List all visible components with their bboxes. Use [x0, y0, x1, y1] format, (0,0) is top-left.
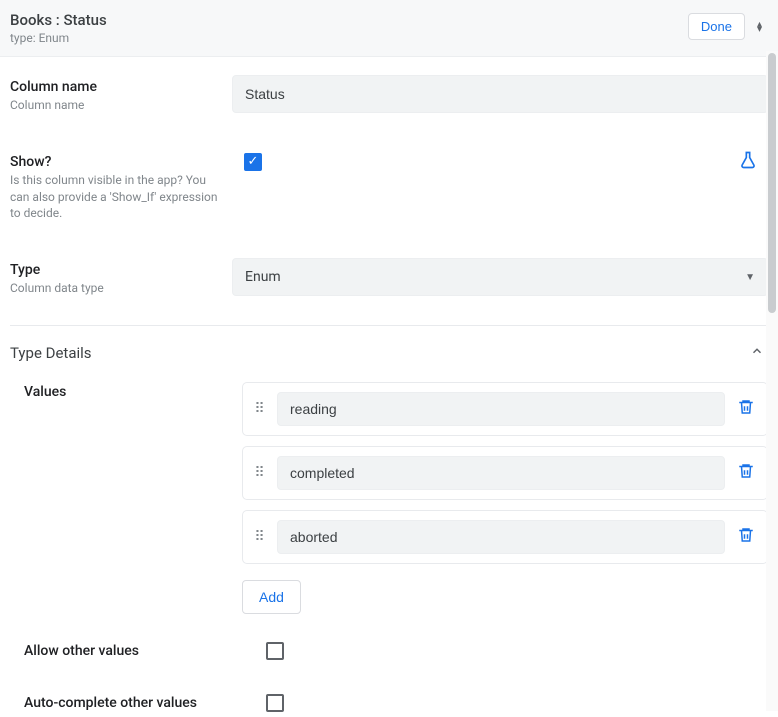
field-type: Type Column data type Enum ▼ — [10, 240, 768, 315]
show-desc: Is this column visible in the app? You c… — [10, 172, 220, 222]
drag-handle-icon[interactable]: ⠿ — [253, 529, 267, 545]
scrollbar-track — [766, 51, 778, 711]
scrollbar-thumb[interactable] — [768, 53, 776, 313]
value-input[interactable] — [277, 456, 725, 490]
column-name-input[interactable] — [232, 75, 768, 113]
page-title: Books : Status — [10, 11, 107, 29]
value-row: ⠿ — [242, 382, 768, 436]
section-title: Type Details — [10, 344, 92, 362]
auto-complete-checkbox[interactable] — [266, 694, 284, 712]
value-input[interactable] — [277, 392, 725, 426]
type-select[interactable]: Enum ▼ — [232, 258, 768, 296]
section-type-details[interactable]: Type Details — [10, 326, 768, 368]
expand-collapse-icon[interactable]: ▴▾ — [757, 22, 762, 32]
field-allow-other: Allow other values — [10, 624, 768, 664]
column-name-label: Column name — [10, 79, 220, 95]
show-label: Show? — [10, 154, 220, 170]
caret-down-icon: ▼ — [745, 272, 755, 283]
header-bar: Books : Status type: Enum Done ▴▾ — [0, 0, 778, 57]
field-auto-complete: Auto-complete other values — [10, 664, 768, 716]
type-select-value: Enum — [245, 269, 281, 285]
type-desc: Column data type — [10, 280, 220, 297]
drag-handle-icon[interactable]: ⠿ — [253, 465, 267, 481]
page-subtitle: type: Enum — [10, 31, 107, 45]
add-value-button[interactable]: Add — [242, 580, 301, 614]
allow-other-checkbox[interactable] — [266, 642, 284, 660]
allow-other-label: Allow other values — [24, 643, 254, 659]
values-label: Values — [24, 384, 242, 400]
drag-handle-icon[interactable]: ⠿ — [253, 401, 267, 417]
delete-value-button[interactable] — [735, 396, 757, 422]
delete-value-button[interactable] — [735, 460, 757, 486]
field-column-name: Column name Column name — [10, 57, 768, 132]
done-button[interactable]: Done — [688, 13, 745, 40]
flask-icon[interactable] — [738, 150, 758, 174]
values-block: Values ⠿ ⠿ ⠿ — [10, 368, 768, 624]
body-scroll: Column name Column name Show? Is this co… — [0, 57, 778, 717]
type-label: Type — [10, 262, 220, 278]
checkmark-icon: ✓ — [248, 155, 259, 168]
delete-value-button[interactable] — [735, 524, 757, 550]
show-checkbox[interactable]: ✓ — [244, 153, 262, 171]
chevron-up-icon — [750, 344, 764, 362]
auto-complete-label: Auto-complete other values — [24, 695, 254, 711]
value-input[interactable] — [277, 520, 725, 554]
value-row: ⠿ — [242, 446, 768, 500]
column-name-desc: Column name — [10, 97, 220, 114]
value-row: ⠿ — [242, 510, 768, 564]
field-show: Show? Is this column visible in the app?… — [10, 132, 768, 240]
